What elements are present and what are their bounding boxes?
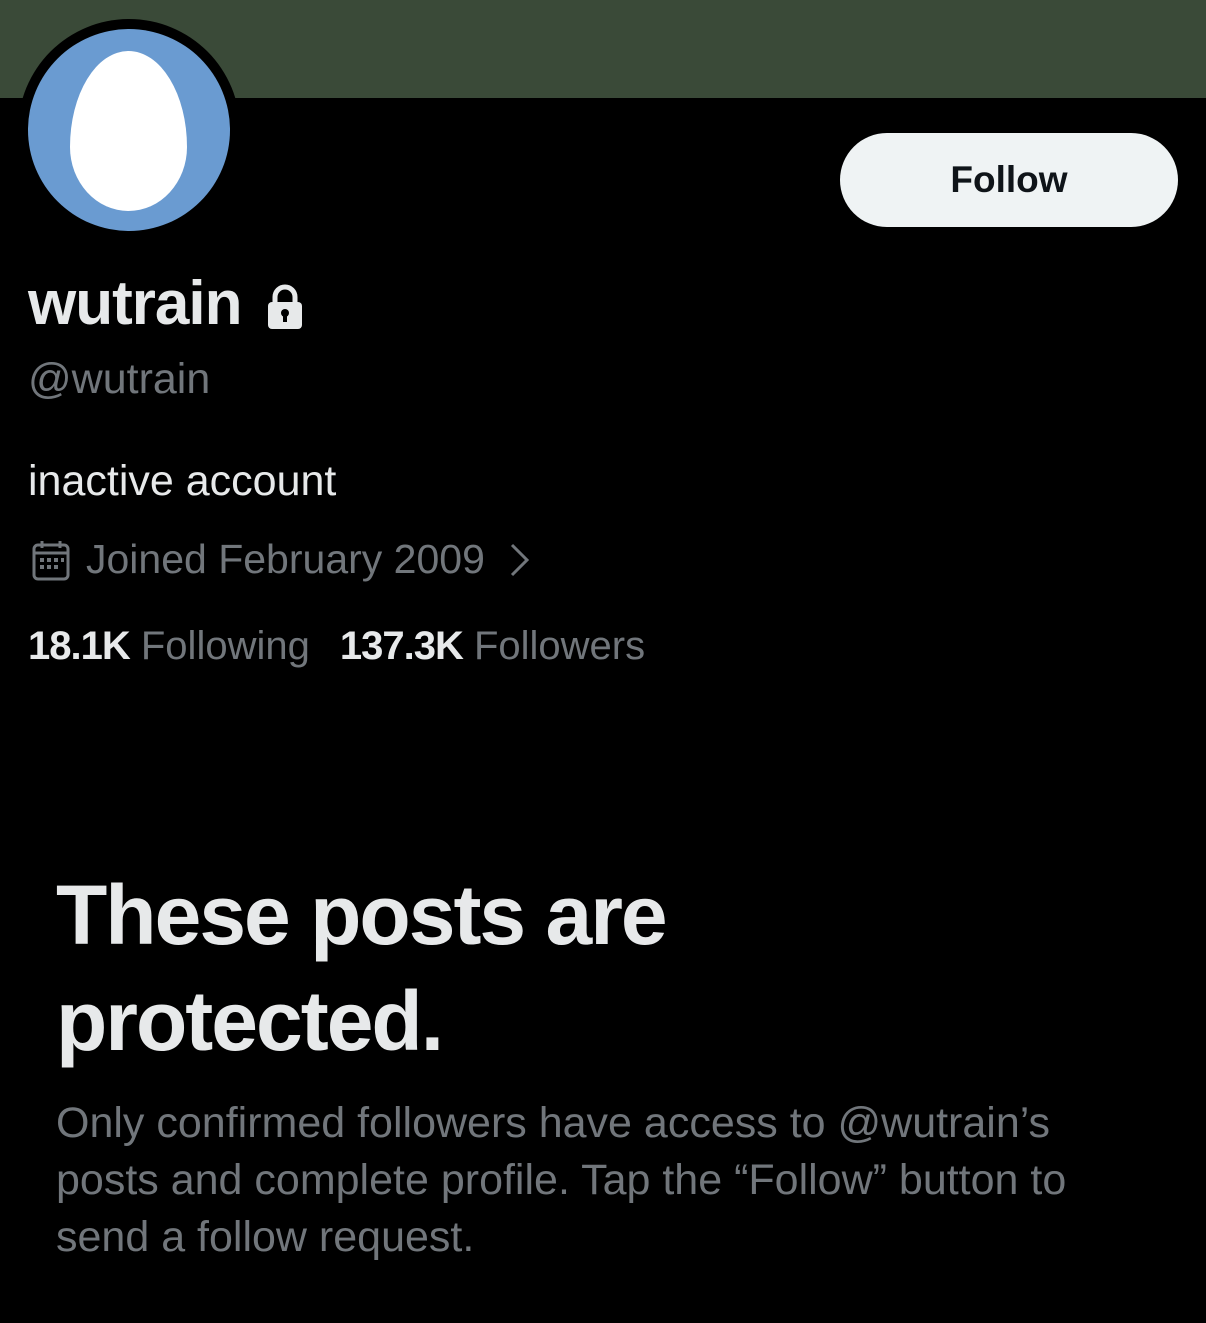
followers-label: Followers	[473, 624, 646, 668]
egg-avatar-icon	[70, 51, 187, 211]
joined-date: Joined February 2009	[86, 536, 485, 582]
protected-body: Only confirmed followers have access to …	[56, 1099, 1067, 1261]
calendar-icon	[32, 540, 70, 580]
followers-stat[interactable]: 137.3K Followers	[340, 624, 645, 669]
lock-icon	[268, 284, 303, 329]
avatar[interactable]	[28, 29, 230, 231]
following-count: 18.1K	[28, 624, 131, 668]
followers-count: 137.3K	[339, 624, 464, 668]
bio: inactive account	[28, 457, 337, 505]
handle: @wutrain	[28, 355, 211, 403]
joined-date-row[interactable]: Joined February 2009	[32, 536, 533, 583]
protected-title: These posts are protected.	[56, 868, 668, 1068]
chevron-right-icon	[510, 543, 529, 576]
following-stat[interactable]: 18.1K Following	[28, 624, 310, 669]
follow-button[interactable]: Follow	[840, 133, 1178, 227]
follow-stats: 18.1K Following 137.3K Followers	[28, 624, 645, 669]
display-name-row: wutrain	[28, 268, 305, 339]
display-name: wutrain	[28, 269, 242, 338]
following-label: Following	[140, 624, 310, 668]
